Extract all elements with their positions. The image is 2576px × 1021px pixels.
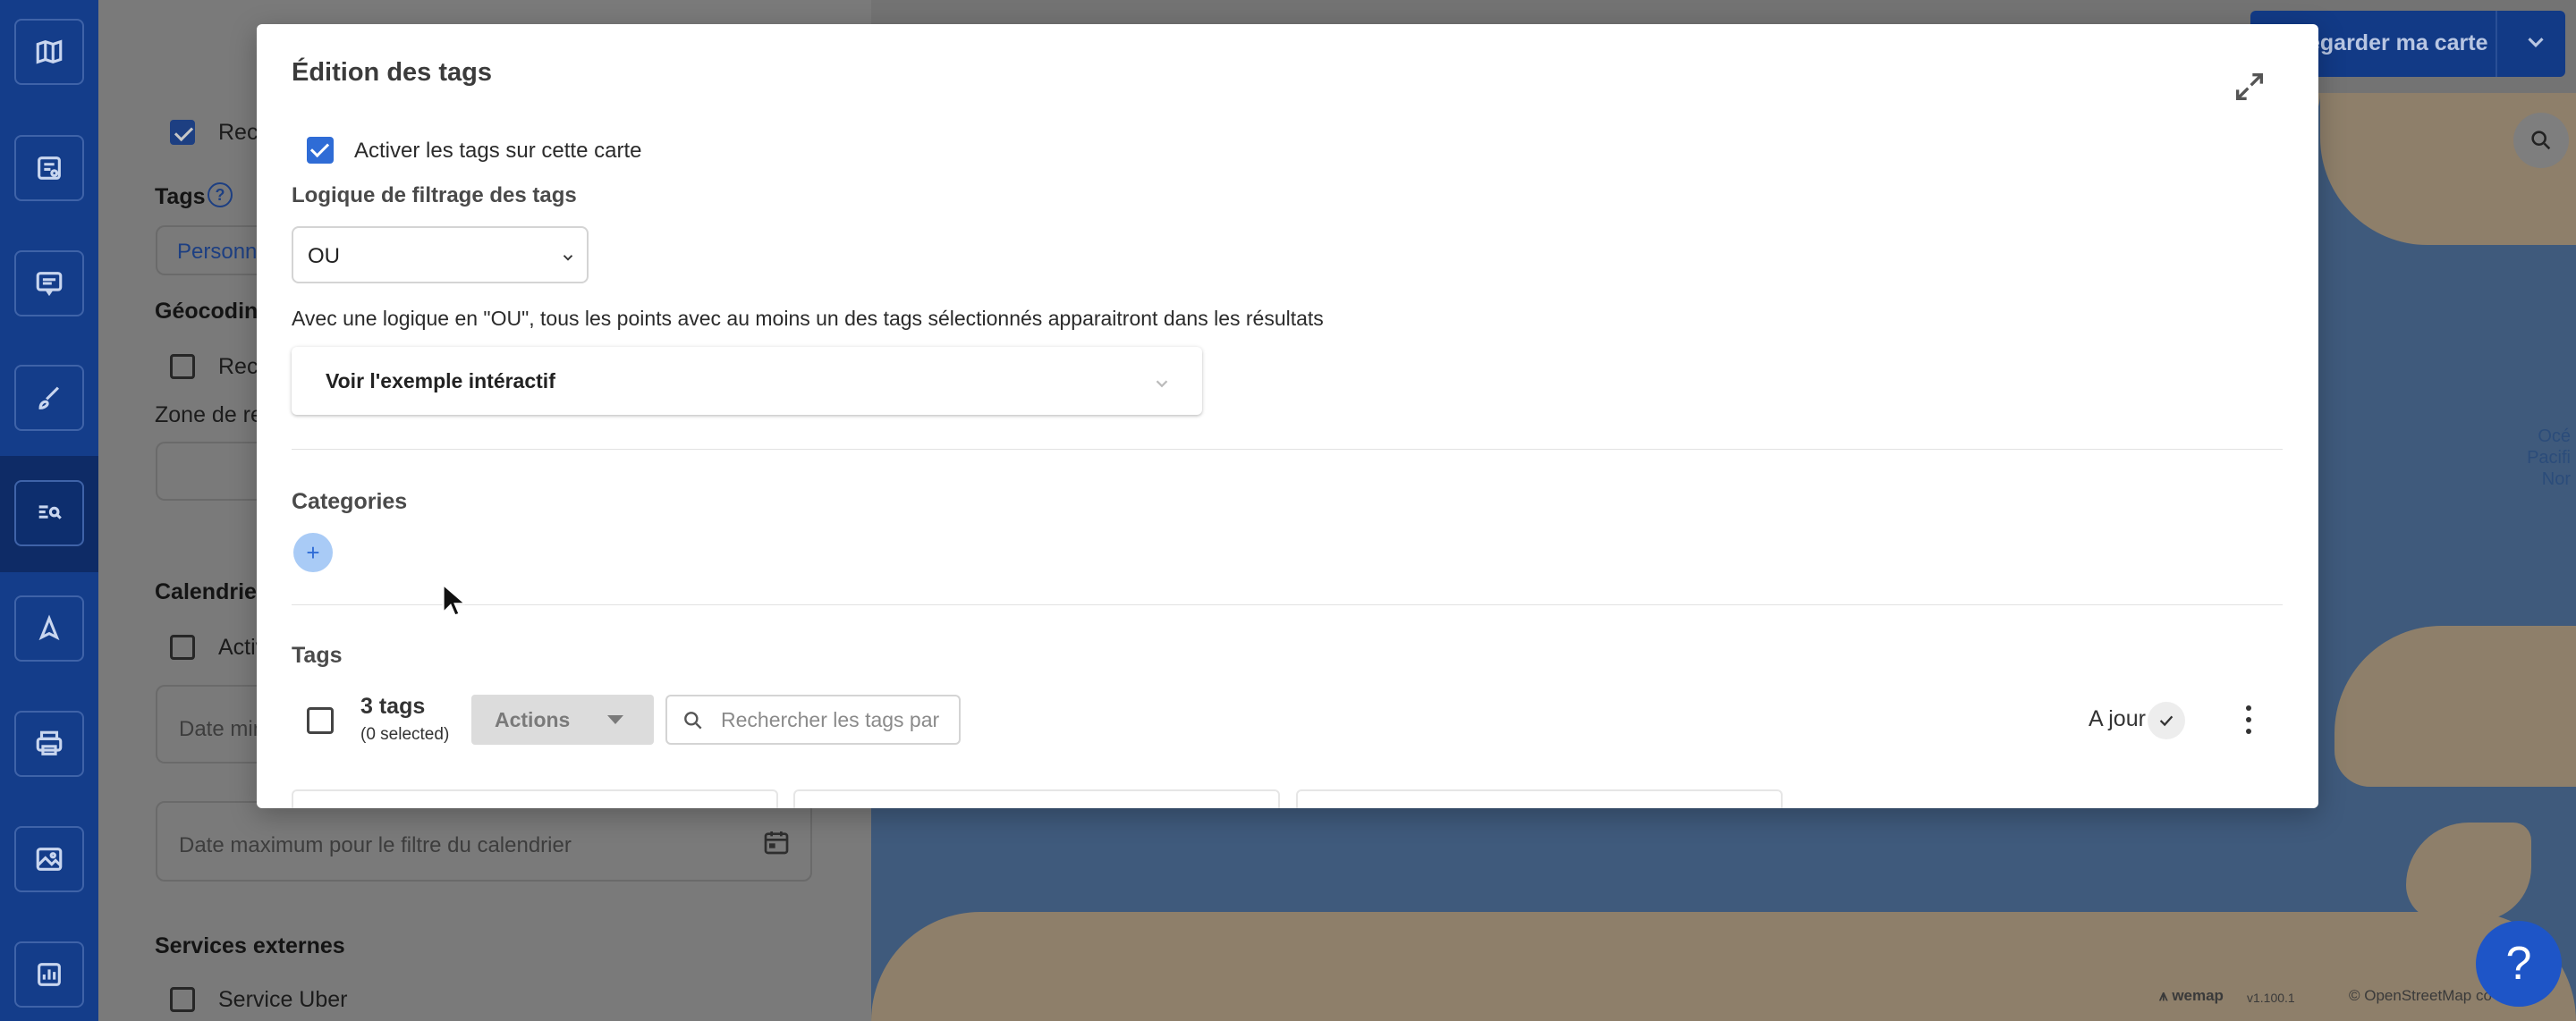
land-new-zealand: [2406, 823, 2531, 921]
stats-icon: [38, 963, 61, 986]
attribution-brand-name: wemap: [2172, 987, 2224, 1004]
tags-edit-dialog: Édition des tags Activer les tags sur ce…: [257, 24, 2318, 808]
save-map-label: egarder ma carte: [2308, 30, 2488, 55]
tag-card[interactable]: [292, 789, 778, 808]
kebab-dot: [2246, 729, 2251, 734]
tags-search-input[interactable]: [721, 705, 945, 734]
save-map-separator: [2496, 11, 2497, 77]
dialog-title: Édition des tags: [292, 58, 492, 87]
chevron-down-icon: [563, 255, 573, 261]
date-max-placeholder: Date maximum pour le filtre du calendrie…: [179, 833, 572, 857]
tags-search-field[interactable]: [665, 695, 961, 745]
map-button[interactable]: [14, 19, 84, 85]
land-antarctica: [871, 912, 2576, 1021]
calendar-checkbox[interactable]: [170, 635, 195, 660]
enable-tags-label: Activer les tags sur cette carte: [354, 139, 642, 163]
uber-label: Service Uber: [218, 987, 348, 1012]
navigation-button[interactable]: [14, 595, 84, 662]
attribution-version: v1.100.1: [2247, 991, 2295, 1005]
ocean-label-line-2: Pacifi: [2527, 448, 2571, 468]
search-list-icon: [38, 505, 62, 519]
ocean-label-line-3: Nor: [2541, 469, 2571, 489]
image-map-button[interactable]: [14, 826, 84, 892]
tags-help-icon[interactable]: ?: [208, 182, 233, 207]
tags-section-title: Tags: [292, 643, 343, 668]
popup-icon: [36, 272, 63, 297]
example-accordion[interactable]: Voir l'exemple intéractif: [292, 347, 1202, 415]
search-icon: [684, 712, 702, 730]
navigation-icon: [38, 614, 60, 641]
left-toolbar: [0, 0, 98, 1021]
geocoding-title: Géocoding: [155, 299, 272, 324]
mouse-cursor-icon: [442, 583, 465, 617]
filter-logic-value: OU: [308, 244, 340, 268]
wemap-logo-icon: ⩚: [2159, 987, 2173, 1004]
chevron-down-icon: [1156, 380, 1168, 388]
geocoding-checkbox[interactable]: [170, 354, 195, 379]
search-settings-button[interactable]: [14, 480, 84, 546]
help-symbol: ?: [2505, 938, 2532, 990]
sync-status-badge: [2148, 702, 2185, 739]
divider: [292, 604, 2283, 605]
print-icon: [36, 730, 63, 755]
caret-down-icon: [607, 715, 623, 724]
select-all-checkbox[interactable]: [307, 707, 334, 734]
help-button[interactable]: ?: [2476, 921, 2562, 1007]
date-min-placeholder: Date min: [179, 717, 266, 741]
image-map-icon: [36, 848, 63, 871]
enable-tags-checkbox[interactable]: [307, 137, 334, 164]
tag-card[interactable]: [1296, 789, 1783, 808]
popup-button[interactable]: [14, 250, 84, 316]
more-options-button[interactable]: [2235, 705, 2262, 736]
attribution-osm[interactable]: © OpenStreetMap co: [2349, 987, 2492, 1005]
sync-status-label: A jour: [2089, 706, 2146, 731]
layers-icon: [38, 156, 61, 180]
chevron-down-icon[interactable]: [2522, 29, 2549, 55]
tags-title: Tags: [155, 184, 206, 209]
land-australia: [2334, 626, 2576, 787]
ocean-label: Océ Pacifi Nor: [2517, 426, 2571, 490]
calendar-icon[interactable]: [762, 828, 791, 856]
kebab-dot: [2246, 717, 2251, 722]
add-category-button[interactable]: +: [293, 533, 333, 572]
categories-title: Categories: [292, 489, 408, 514]
ocean-label-line-1: Océ: [2538, 426, 2571, 446]
tags-selected-count: (0 selected): [360, 725, 450, 744]
date-max-field[interactable]: Date maximum pour le filtre du calendrie…: [156, 801, 812, 882]
actions-label: Actions: [495, 708, 571, 731]
print-button[interactable]: [14, 711, 84, 777]
external-services-title: Services externes: [155, 933, 345, 958]
layers-button[interactable]: [14, 135, 84, 201]
calendar-title: Calendrier: [155, 579, 266, 604]
stats-button[interactable]: [14, 941, 84, 1008]
plus-icon: +: [306, 539, 320, 566]
filter-logic-help: Avec une logique en "OU", tous les point…: [292, 307, 1324, 330]
attribution-brand: ⩚ wemap: [2159, 987, 2224, 1005]
check-icon: [2159, 715, 2174, 727]
tag-card[interactable]: [793, 789, 1280, 808]
search-checkbox[interactable]: [170, 120, 195, 145]
example-accordion-label: Voir l'exemple intéractif: [326, 369, 555, 392]
brush-icon: [38, 386, 60, 409]
actions-dropdown[interactable]: Actions: [471, 695, 654, 745]
search-icon: [2531, 131, 2551, 150]
tags-count: 3 tags: [360, 694, 426, 719]
style-button[interactable]: [14, 365, 84, 431]
expand-icon[interactable]: [2232, 69, 2267, 105]
kebab-dot: [2246, 705, 2251, 711]
divider: [292, 449, 2283, 450]
uber-checkbox[interactable]: [170, 987, 195, 1012]
filter-logic-title: Logique de filtrage des tags: [292, 183, 577, 207]
map-icon: [36, 39, 63, 64]
map-search-button[interactable]: [2513, 113, 2569, 168]
tags-customize-label: Personna: [177, 240, 269, 264]
filter-logic-select[interactable]: OU: [292, 226, 589, 283]
